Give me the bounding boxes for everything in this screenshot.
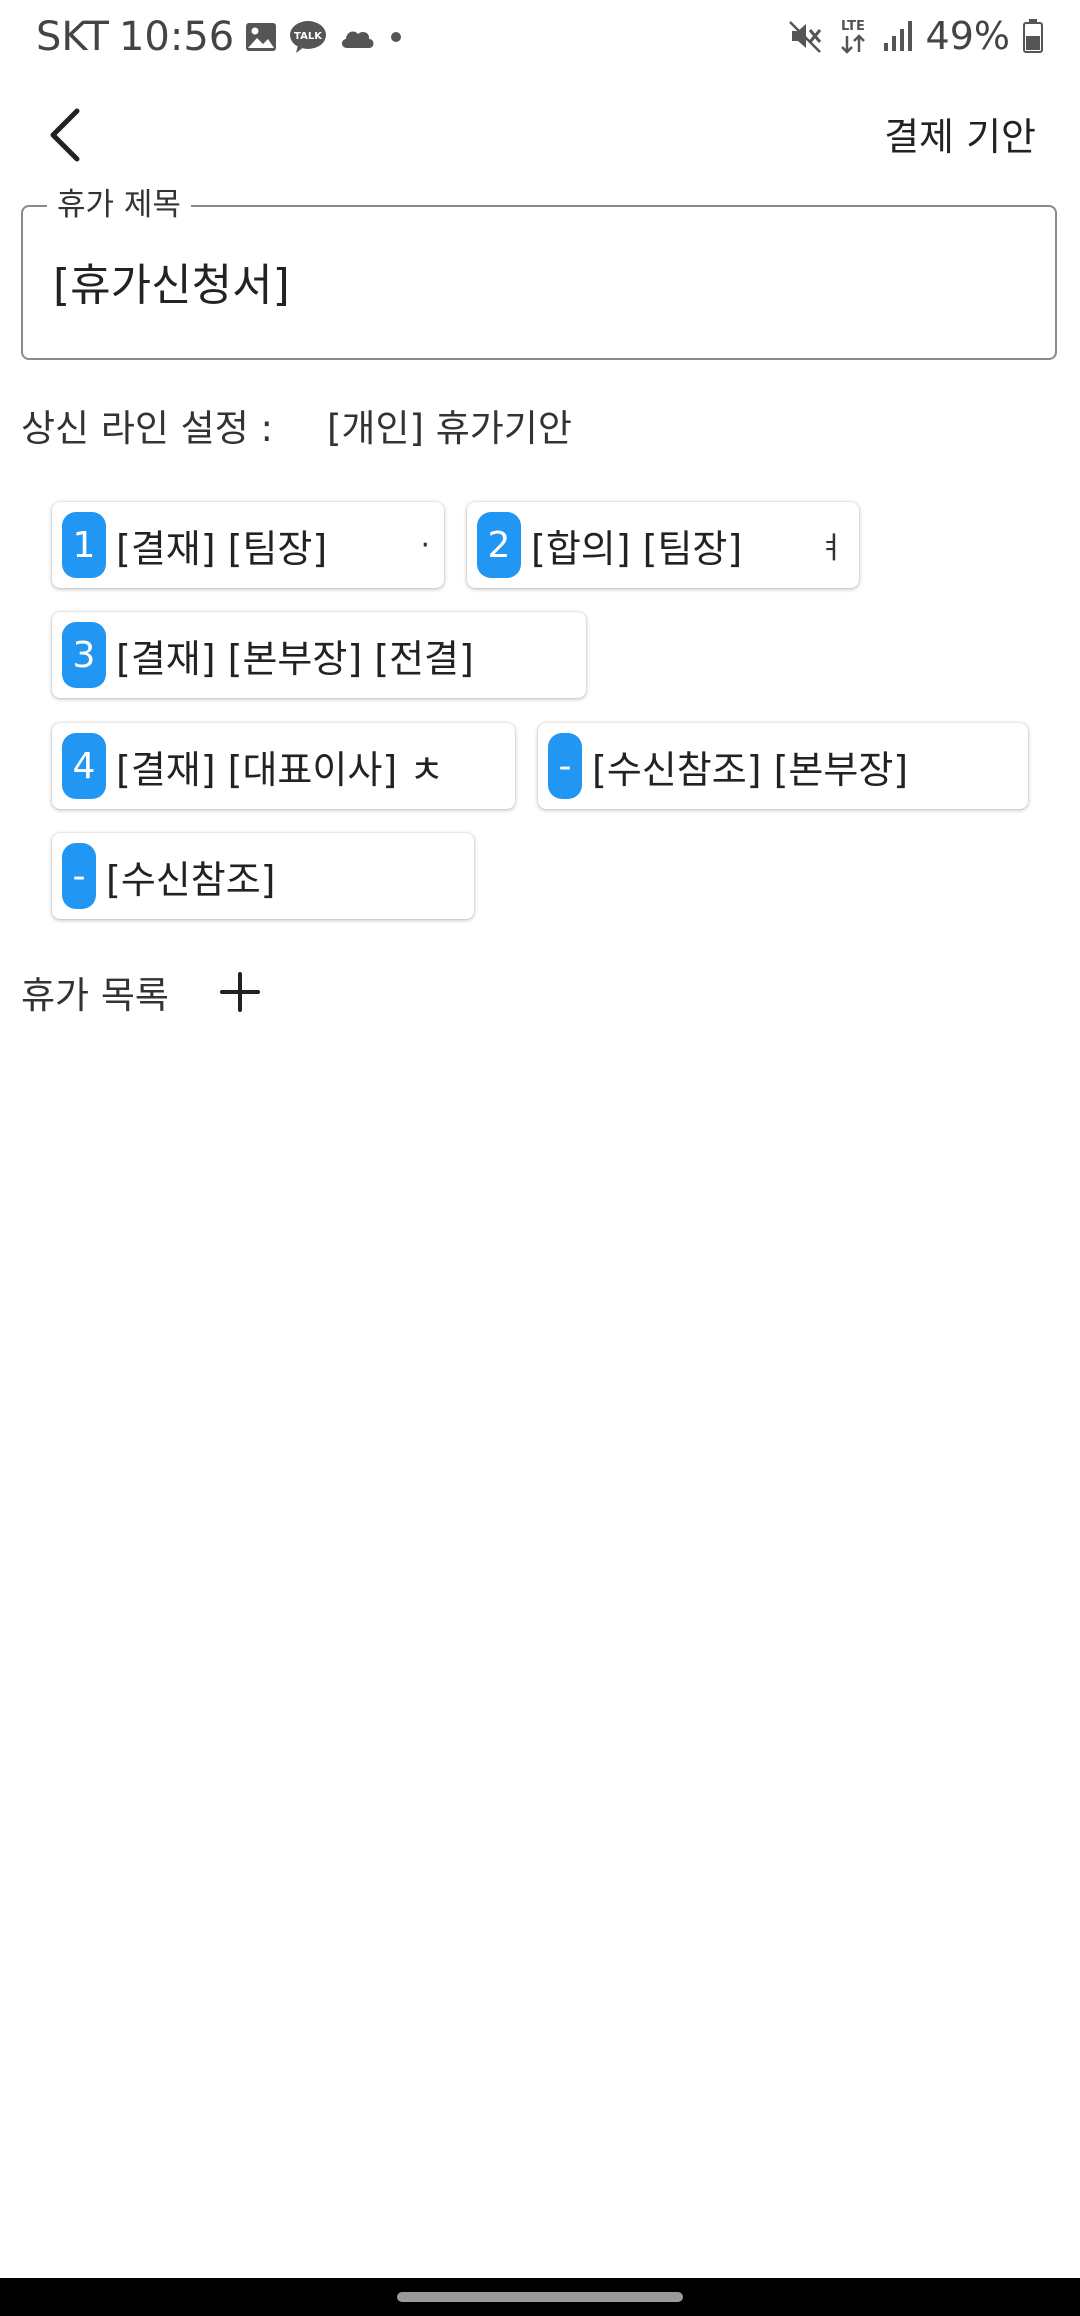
home-gesture-handle[interactable] — [397, 2292, 683, 2302]
approver-tail: · — [420, 527, 430, 563]
status-bar: SKT 10:56 TALK LTE 49% — [0, 0, 1080, 80]
approval-line-row: 상신 라인 설정 : [개인] 휴가기안 — [21, 398, 572, 452]
kakaotalk-text: TALK — [294, 31, 323, 42]
vacation-title-value: [휴가신청서] — [53, 260, 290, 311]
battery-icon — [1022, 16, 1044, 56]
navigation-bar — [0, 2278, 1080, 2316]
order-badge: 3 — [62, 622, 106, 688]
vacation-list-header: 휴가 목록 — [21, 962, 169, 1022]
plus-icon — [220, 972, 260, 1012]
kakaotalk-icon: TALK — [288, 17, 328, 57]
vacation-title-field[interactable]: 휴가 제목 [휴가신청서] — [21, 185, 1057, 360]
cc-badge: - — [548, 733, 582, 799]
signal-icon — [882, 16, 914, 56]
mute-icon — [788, 16, 824, 56]
lte-icon: LTE — [836, 16, 870, 56]
order-badge: 1 — [62, 512, 106, 578]
battery-percent: 49% — [925, 14, 1010, 58]
order-badge: 4 — [62, 733, 106, 799]
app-bar: 결제 기안 — [0, 80, 1080, 200]
dot-icon — [386, 17, 406, 57]
approver-label: [결재] [본부장] [전결] — [116, 636, 474, 681]
carrier-label: SKT — [36, 14, 109, 60]
cc-chip-2[interactable]: - [수신참조] — [52, 833, 474, 919]
back-arrow-icon — [50, 108, 80, 162]
submit-draft-button[interactable]: 결제 기안 — [884, 98, 1036, 168]
status-left: SKT 10:56 TALK — [36, 14, 406, 60]
cc-chip-1[interactable]: - [수신참조] [본부장] — [538, 723, 1028, 809]
approver-chip-1[interactable]: 1 [결재] [팀장] · — [52, 502, 444, 588]
approver-chip-3[interactable]: 3 [결재] [본부장] [전결] — [52, 612, 586, 698]
order-badge: 2 — [477, 512, 521, 578]
approval-line-label: 상신 라인 설정 : — [21, 407, 273, 450]
status-right: LTE 49% — [788, 14, 1044, 58]
lte-text: LTE — [841, 19, 865, 34]
approver-label: [결재] [대표이사] ㅊ — [116, 747, 445, 792]
approver-tail: ㅕ — [817, 531, 845, 566]
vacation-list-label: 휴가 목록 — [21, 974, 169, 1017]
back-button[interactable] — [30, 90, 100, 180]
cloud-icon — [338, 17, 376, 57]
approver-label: [결재] [팀장] — [116, 526, 328, 571]
gallery-icon — [244, 17, 278, 57]
vacation-title-label: 휴가 제목 — [47, 185, 191, 225]
approval-line-value[interactable]: [개인] 휴가기안 — [327, 398, 572, 452]
add-vacation-button[interactable] — [210, 962, 270, 1022]
cc-badge: - — [62, 843, 96, 909]
approver-chip-4[interactable]: 4 [결재] [대표이사] ㅊ — [52, 723, 515, 809]
cc-label: [수신참조] — [106, 857, 276, 902]
approver-chip-2[interactable]: 2 [합의] [팀장] ㅕ — [467, 502, 859, 588]
approver-label: [합의] [팀장] — [531, 526, 743, 571]
clock-time: 10:56 — [118, 14, 235, 60]
cc-label: [수신참조] [본부장] — [592, 747, 909, 792]
